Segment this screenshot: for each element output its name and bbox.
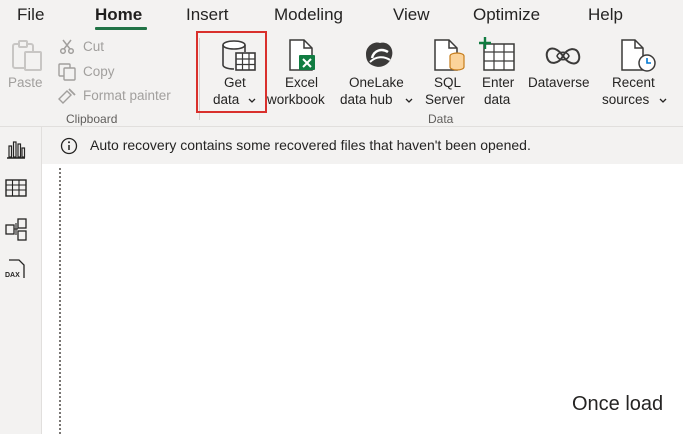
scissors-icon <box>59 39 75 54</box>
chevron-down-icon <box>659 98 667 103</box>
copy-label: Copy <box>83 64 115 79</box>
data-group-label: Data <box>428 112 454 126</box>
menu-bar: File Home Insert Modeling View Optimize … <box>0 0 683 30</box>
canvas-page-boundary <box>59 168 61 434</box>
copy-icon <box>58 63 76 81</box>
chevron-down-icon <box>405 98 413 103</box>
sql-server-icon <box>434 39 465 71</box>
dataverse-icon <box>545 47 581 65</box>
paste-icon <box>12 40 42 71</box>
tab-home[interactable]: Home <box>95 5 142 25</box>
tab-modeling[interactable]: Modeling <box>274 5 343 25</box>
cut-label: Cut <box>83 39 105 54</box>
tab-help[interactable]: Help <box>588 5 623 25</box>
table-view-icon[interactable] <box>4 176 28 200</box>
sql-label-line1: SQL <box>434 75 462 90</box>
recent-label-line1: Recent <box>612 75 655 90</box>
auto-recovery-info-bar: Auto recovery contains some recovered fi… <box>42 127 683 164</box>
sql-label-line2: Server <box>425 92 465 107</box>
excel-label-line1: Excel <box>285 75 319 90</box>
recent-label-line2: sources <box>602 92 650 107</box>
ribbon: Paste Cut Copy Format painter Clipboard <box>0 30 683 127</box>
tab-view[interactable]: View <box>393 5 430 25</box>
dax-label: DAX <box>5 272 20 279</box>
report-view-icon[interactable] <box>4 137 28 161</box>
format-painter-icon <box>58 88 76 104</box>
clipboard-group-label: Clipboard <box>66 112 118 126</box>
enter-data-table-icon <box>479 37 515 71</box>
view-sidebar: DAX <box>0 127 42 434</box>
dataverse-label: Dataverse <box>528 75 590 90</box>
onelake-label-line1: OneLake <box>349 75 404 90</box>
model-view-icon[interactable] <box>4 217 28 241</box>
info-message: Auto recovery contains some recovered fi… <box>90 137 531 153</box>
tab-file[interactable]: File <box>17 5 44 25</box>
excel-label-line2: workbook <box>267 92 325 107</box>
excel-file-icon <box>289 39 315 71</box>
enter-data-label-line1: Enter <box>482 75 515 90</box>
get-data-highlight-box <box>196 31 267 113</box>
onelake-icon <box>366 42 393 67</box>
info-icon <box>60 137 78 155</box>
canvas-partial-text: Once load <box>572 393 664 415</box>
paste-label: Paste <box>8 75 43 90</box>
tab-optimize[interactable]: Optimize <box>473 5 540 25</box>
recent-sources-icon <box>621 39 656 72</box>
format-painter-label: Format painter <box>83 88 171 103</box>
tab-insert[interactable]: Insert <box>186 5 229 25</box>
enter-data-label-line2: data <box>484 92 511 107</box>
onelake-label-line2: data hub <box>340 92 393 107</box>
dax-query-icon[interactable]: DAX <box>4 258 28 282</box>
